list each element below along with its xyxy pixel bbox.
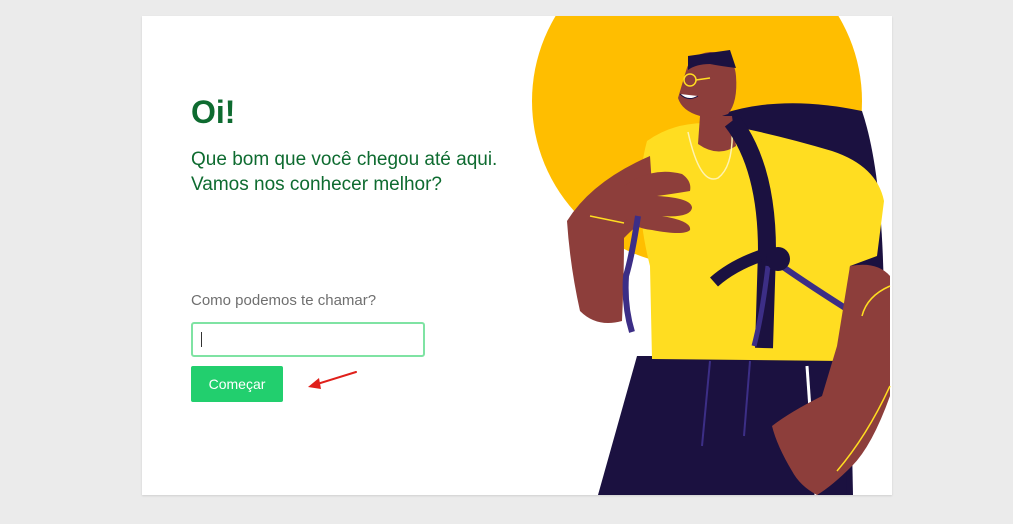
red-arrow-icon: [308, 371, 357, 389]
name-field-label: Como podemos te chamar?: [191, 292, 377, 309]
welcome-subtitle: Que bom que você chegou até aqui. Vamos …: [191, 147, 551, 197]
name-input[interactable]: [191, 322, 425, 357]
backpacker-illustration: [532, 16, 891, 495]
welcome-card: Oi! Que bom que você chegou até aqui. Va…: [142, 16, 892, 495]
text-caret: [201, 332, 202, 347]
welcome-line-2: Vamos nos conhecer melhor?: [191, 174, 442, 195]
welcome-line-1: Que bom que você chegou até aqui.: [191, 149, 498, 170]
page-title: Oi!: [191, 94, 236, 130]
start-button[interactable]: Começar: [191, 366, 283, 402]
